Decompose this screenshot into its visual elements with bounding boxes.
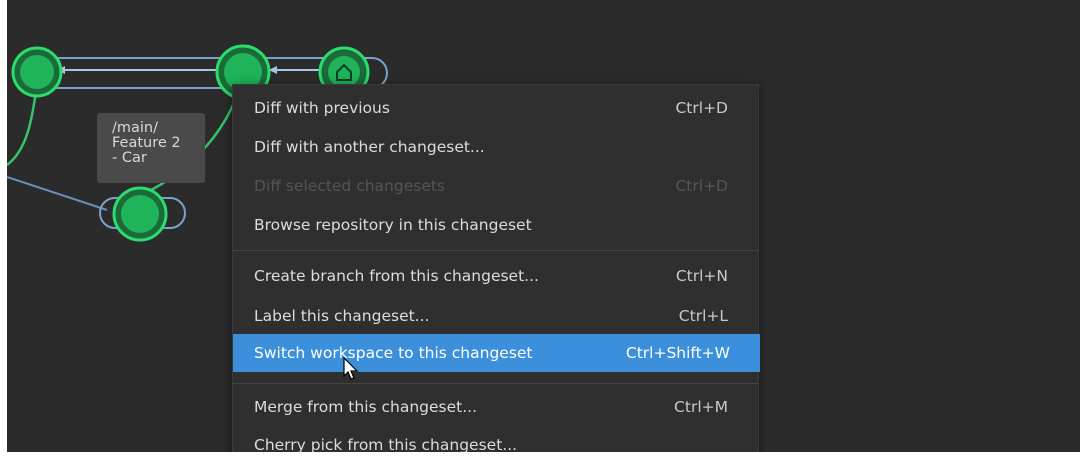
menu-item-shortcut: Ctrl+Shift+W [625,344,730,362]
changeset-context-menu: Diff with previous Ctrl+D Diff with anot… [232,84,760,452]
menu-item-shortcut: Ctrl+N [675,267,728,285]
menu-separator [233,383,758,384]
branch-tag-line: /main/ [112,120,158,136]
menu-item-label-changeset[interactable]: Label this changeset... Ctrl+L [233,297,758,335]
menu-item-label: Diff selected changesets [254,177,446,195]
branch-name-tag: /main/ Feature 2 - Car [97,113,205,183]
menu-item-diff-selected: Diff selected changesets Ctrl+D [233,167,758,205]
menu-item-label: Cherry pick from this changeset... [254,436,518,452]
branch-explorer-view: /main/ Feature 2 - Car Diff with previou… [7,0,1080,452]
menu-item-label: Diff with another changeset... [254,138,485,156]
menu-item-label: Diff with previous [254,99,390,117]
menu-item-label: Label this changeset... [254,307,430,325]
menu-item-diff-another[interactable]: Diff with another changeset... [233,128,758,166]
menu-item-diff-previous[interactable]: Diff with previous Ctrl+D [233,89,758,127]
menu-item-shortcut: Ctrl+L [678,307,728,325]
changeset-node[interactable] [112,186,168,242]
menu-item-label: Create branch from this changeset... [254,267,539,285]
menu-item-label: Switch workspace to this changeset [254,344,533,362]
menu-item-label: Browse repository in this changeset [254,216,532,234]
branch-link-diagonal [7,176,108,211]
menu-item-shortcut: Ctrl+D [675,177,728,195]
menu-item-shortcut: Ctrl+D [675,99,728,117]
menu-item-browse-repository[interactable]: Browse repository in this changeset [233,206,758,244]
menu-item-switch-workspace[interactable]: Switch workspace to this changeset Ctrl+… [233,334,760,372]
menu-separator [233,250,758,251]
changeset-node[interactable] [11,46,63,98]
branch-tag-line: Feature 2 [112,135,181,151]
menu-item-create-branch[interactable]: Create branch from this changeset... Ctr… [233,257,758,295]
menu-item-shortcut: Ctrl+M [674,398,728,416]
branch-tag-line: - Car [112,150,147,166]
mouse-cursor-icon [343,357,359,380]
menu-item-cherry-pick[interactable]: Cherry pick from this changeset... [233,426,758,452]
menu-item-label: Merge from this changeset... [254,398,478,416]
menu-item-merge[interactable]: Merge from this changeset... Ctrl+M [233,388,758,426]
